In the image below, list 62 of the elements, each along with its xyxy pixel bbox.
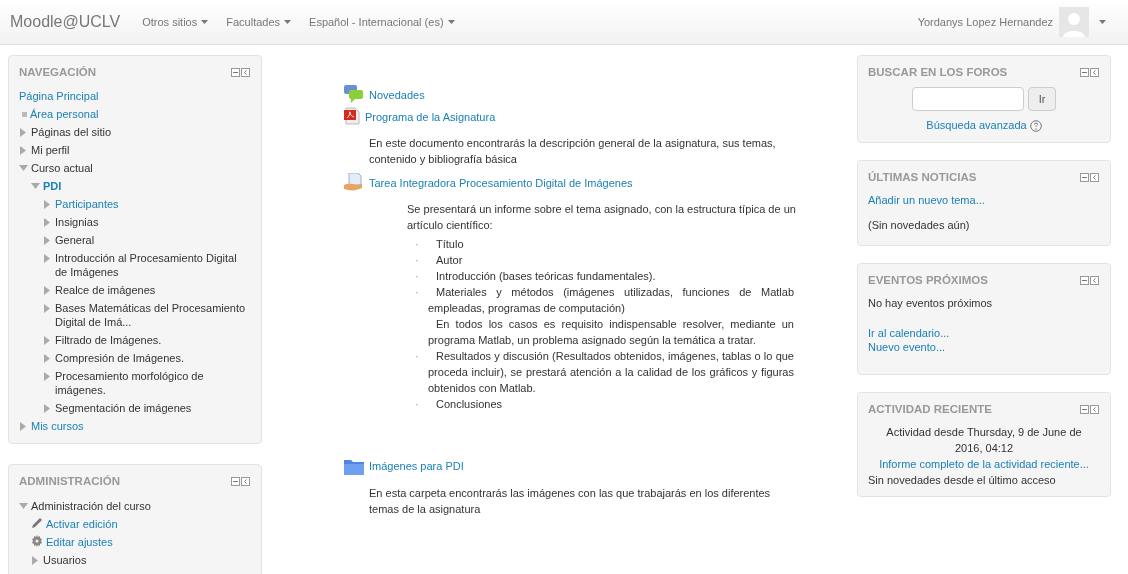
site-brand[interactable]: Moodle@UCLV [10,10,121,34]
tree-item[interactable]: General [55,233,95,248]
empty-events-text: No hay eventos próximos [868,296,994,312]
activity-description: En este documento encontrarás la descripción general de la asignatura, sus temas, contenido y bibliografía básica [369,136,777,167]
tree-item[interactable]: Filtrado de Imágenes. [55,333,162,348]
advanced-search-link[interactable]: Búsqueda avanzada [926,117,1027,134]
add-topic-link[interactable]: Añadir un nuevo tema... [868,192,1100,209]
empty-news-text: (Sin novedades aún) [868,217,971,233]
list-bullet: · [415,285,420,300]
navbar-menu[interactable]: Otros sitios [142,13,209,31]
assignment-intro: Se presentará un informe sobre el tema asignado, con la estructura típica de un artículo científico: [407,202,797,233]
list-bullet: · [415,269,420,284]
list-bullet: · [415,397,420,412]
tree-item[interactable]: Administración del curso [31,498,151,513]
list-item-text: Autor [435,253,464,268]
list-item-text: Título [435,237,465,252]
list-bullet: · [415,253,420,268]
list-item-text: Introducción (bases teóricas fundamentales). [435,269,657,284]
activity-link[interactable]: Imágenes para PDI [369,458,464,475]
tree-item[interactable]: Insignias [55,215,99,230]
block-title: ÚLTIMAS NOTICIAS [868,169,977,185]
activity-link[interactable]: Programa de la Asignatura [365,108,496,125]
activity-link[interactable]: Tarea Integradora Procesamiento Digital de Imágenes [369,174,633,191]
no-news-text: Sin novedades desde el último acceso [868,473,1057,488]
list-item-text: En todos los casos es requisito indispensable resolver, mediante un programa Matlab, un problema asignado según la temática a tratar. [428,317,794,348]
block-title: EVENTOS PRÓXIMOS [868,273,988,288]
tree-item[interactable]: Realce de imágenes [55,283,156,298]
tree-item[interactable]: Compresión de Imágenes. [55,351,184,366]
block-title: ACTIVIDAD RECIENTE [868,401,992,417]
list-bullet: · [415,237,420,252]
activity-link[interactable]: Novedades [369,86,425,103]
block-title: BUSCAR EN LOS FOROS [868,65,1008,80]
tree-item[interactable]: Mi perfil [31,143,70,158]
list-item-text: Materiales y métodos (imágenes utilizadas, funciones de Matlab empleadas, programas de computación) [428,285,794,316]
tree-item[interactable]: Usuarios [43,552,87,567]
tree-link[interactable]: Editar ajustes [46,534,113,549]
tree-item[interactable]: Curso actual [31,161,93,176]
list-item-text: Conclusiones [435,397,504,412]
tree-item[interactable]: Introducción al Procesamiento Digital de Imágenes [55,251,251,280]
tree-link[interactable]: Participantes [55,197,119,212]
tree-link[interactable]: PDI [43,179,62,194]
navbar-menu[interactable]: Facultades [226,13,292,31]
tree-item[interactable]: Páginas del sitio [31,125,112,140]
tree-item[interactable]: Procesamiento morfológico de imágenes. [55,369,251,398]
go-button[interactable]: Ir [1027,87,1057,112]
block-title: ADMINISTRACIÓN [19,474,120,490]
list-item-text: Resultados y discusión (Resultados obtenidos, imágenes, tablas o lo que proceda incluir), se prestará atención a la calidad de los gráficos y figuras obtenidos con Matlab. [428,349,794,396]
block-title: NAVEGACIÓN [19,65,97,80]
tree-link[interactable]: Mis cursos [31,419,84,434]
tree-item[interactable]: Segmentación de imágenes [55,401,192,416]
tree-link[interactable]: Área personal [30,107,99,122]
event-link[interactable]: Ir al calendario... [868,325,1100,340]
navbar-menu[interactable]: Español - Internacional (es) [309,13,455,31]
activity-since-text: Actividad desde Thursday, 9 de June de 2016, 04:12 [885,425,1083,456]
tree-link[interactable]: Página Principal [19,89,99,104]
user-name[interactable]: Yordanys Lopez Hernandez [917,13,1053,31]
activity-description: En esta carpeta encontrarás las imágenes con las que trabajarás en los diferentes temas de la asignatura [369,485,772,517]
tree-item[interactable]: Bases Matemáticas del Procesamiento Digital de Imá... [55,301,251,330]
list-bullet: · [415,349,420,364]
full-report-link[interactable]: Informe completo de la actividad reciente... [868,456,1100,472]
tree-link[interactable]: Activar edición [46,516,118,531]
event-link[interactable]: Nuevo evento... [868,339,1100,354]
